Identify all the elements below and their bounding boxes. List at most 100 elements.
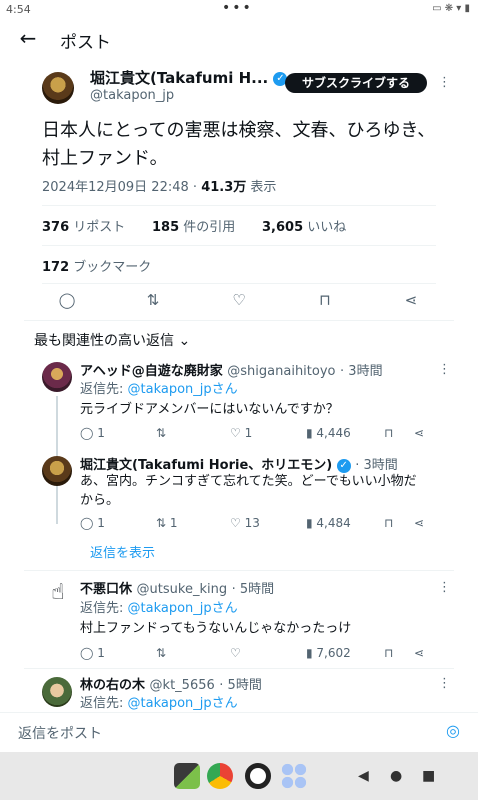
- chrome-icon[interactable]: [207, 763, 233, 789]
- author-handle[interactable]: @takapon_jp: [90, 88, 174, 103]
- reply-actions: ◯ 1 ⇅ ♡ ▮ 7,602 ⊓ ⋖: [80, 646, 436, 662]
- nav-back-icon[interactable]: ◀: [358, 768, 369, 784]
- post-meta: 2024年12月09日 22:48 · 41.3万 表示: [42, 176, 276, 195]
- quotes-stat[interactable]: 185 件の引用: [152, 216, 235, 235]
- reply-time: · 5時間: [219, 678, 262, 693]
- repost-count[interactable]: ⇅ 1: [156, 516, 178, 530]
- repost-icon[interactable]: ⇅: [156, 426, 166, 440]
- nav-home-icon[interactable]: ●: [390, 768, 402, 784]
- settings-icon[interactable]: [245, 763, 271, 789]
- likes-stat[interactable]: 3,605 いいね: [262, 216, 346, 235]
- reply-count[interactable]: ◯ 1: [80, 426, 105, 440]
- share-icon[interactable]: ⋖: [400, 291, 422, 309]
- reply-to-handle[interactable]: @takapon_jpさん: [128, 382, 238, 397]
- system-nav-bar: ◀ ● ■: [0, 752, 478, 800]
- app-drawer-icon[interactable]: [281, 763, 307, 789]
- author-avatar[interactable]: [42, 72, 74, 104]
- bookmark-icon[interactable]: ⊓: [384, 426, 393, 440]
- app-icon[interactable]: [174, 763, 200, 789]
- status-bar: 4:54 ••• ▭ ❋ ▾ ▮: [0, 0, 478, 20]
- repost-icon[interactable]: ⇅: [156, 646, 166, 660]
- reply-to-handle[interactable]: @takapon_jpさん: [128, 696, 238, 711]
- reply-author-name: 不悪口休: [80, 582, 133, 597]
- reply-more-icon[interactable]: ⋮: [438, 676, 451, 691]
- views-count[interactable]: ▮ 4,446: [306, 426, 351, 440]
- views-count[interactable]: ▮ 4,484: [306, 516, 351, 530]
- reply-header[interactable]: 不悪口休 @utsuke_king · 5時間: [80, 578, 274, 597]
- subscribe-button[interactable]: サブスクライブする: [285, 73, 427, 93]
- reposts-stat[interactable]: 376 リポスト: [42, 216, 125, 235]
- like-count[interactable]: ♡ 13: [230, 516, 260, 530]
- post-text: 日本人にとっての害悪は検察、文春、ひろゆき、村上ファンド。: [42, 120, 436, 169]
- like-icon[interactable]: ♡: [228, 291, 250, 309]
- reply-header[interactable]: アヘッド@自遊な廃財家 @shiganaihitoyo · 3時間: [80, 360, 383, 379]
- reply-handle: @shiganaihitoyo: [227, 364, 336, 379]
- post-date[interactable]: 2024年12月09日 22:48: [42, 180, 189, 195]
- reply-time: · 3時間: [340, 364, 383, 379]
- reply-avatar[interactable]: [42, 456, 72, 486]
- reply-to: 返信先: @takapon_jpさん: [80, 692, 238, 711]
- reply-avatar[interactable]: [42, 362, 72, 392]
- page-title: ポスト: [60, 33, 111, 53]
- like-icon[interactable]: ♡: [230, 646, 241, 660]
- chevron-down-icon: ⌄: [178, 333, 191, 349]
- back-arrow-icon[interactable]: ←: [16, 26, 40, 50]
- divider: [42, 283, 436, 284]
- verified-badge-icon: ✓: [336, 458, 351, 473]
- bookmarks-stat[interactable]: 172 ブックマーク: [42, 256, 151, 275]
- nav-recent-icon[interactable]: ■: [422, 768, 435, 784]
- pointing-hand-avatar-icon[interactable]: ☝: [44, 580, 72, 610]
- reply-count[interactable]: ◯ 1: [80, 646, 105, 660]
- reply-sort-dropdown[interactable]: 最も関連性の高い返信 ⌄: [34, 330, 190, 350]
- reply-more-icon[interactable]: ⋮: [438, 580, 451, 595]
- bookmark-icon[interactable]: ⊓: [314, 291, 336, 309]
- repost-count-value: 1: [169, 516, 178, 530]
- views-count-value: 7,602: [316, 646, 351, 660]
- reply-to-handle[interactable]: @takapon_jpさん: [128, 601, 238, 616]
- views-count-value: 4,446: [316, 426, 351, 440]
- reply-icon[interactable]: ◯: [56, 291, 78, 309]
- reply-count-value: 1: [97, 646, 105, 660]
- views-count: 41.3万: [201, 180, 247, 195]
- author-name[interactable]: 堀江貴文(Takafumi H... ✓: [90, 67, 288, 88]
- reply-text: あ、宮内。チンコすぎて忘れてた笑。どーでもいい小物だから。: [80, 474, 417, 508]
- reply-count-value: 1: [97, 516, 105, 530]
- divider: [24, 668, 454, 669]
- show-replies-link[interactable]: 返信を表示: [90, 542, 155, 561]
- reply-more-icon[interactable]: ⋮: [438, 362, 451, 377]
- divider: [24, 320, 454, 321]
- reply-actions: ◯ 1 ⇅ 1 ♡ 13 ▮ 4,484 ⊓ ⋖: [80, 516, 436, 532]
- reply-actions: ◯ 1 ⇅ ♡ 1 ▮ 4,446 ⊓ ⋖: [80, 426, 436, 442]
- author-name-text: 堀江貴文(Takafumi H...: [90, 69, 269, 87]
- bookmark-icon[interactable]: ⊓: [384, 646, 393, 660]
- status-icons: ▭ ❋ ▾ ▮: [432, 3, 470, 14]
- reply-to-prefix: 返信先:: [80, 601, 128, 616]
- repost-icon[interactable]: ⇅: [142, 291, 164, 309]
- meta-separator: ·: [192, 180, 198, 195]
- reply-handle: @kt_5656: [149, 678, 215, 693]
- share-icon[interactable]: ⋖: [414, 646, 424, 660]
- share-icon[interactable]: ⋖: [414, 516, 424, 530]
- quotes-label: 件の引用: [183, 220, 236, 235]
- reposts-label: リポスト: [73, 220, 126, 235]
- reply-time: · 3時間: [355, 458, 398, 473]
- bookmark-icon[interactable]: ⊓: [384, 516, 393, 530]
- header: ← ポスト: [0, 20, 478, 60]
- reply-to: 返信先: @takapon_jpさん: [80, 378, 238, 397]
- like-count[interactable]: ♡ 1: [230, 426, 252, 440]
- post-more-icon[interactable]: ⋮: [438, 75, 451, 90]
- reply-count[interactable]: ◯ 1: [80, 516, 105, 530]
- reply-text: 元ライブドアメンバーにはいないんですか？: [80, 402, 339, 417]
- reply-text: 村上ファンドってもうないんじゃなかったっけ: [80, 621, 352, 636]
- quotes-count: 185: [152, 220, 180, 235]
- reply-author-name: 林の右の木: [80, 678, 146, 693]
- reply-input[interactable]: 返信をポスト: [18, 723, 102, 743]
- share-icon[interactable]: ⋖: [414, 426, 424, 440]
- reply-header[interactable]: 林の右の木 @kt_5656 · 5時間: [80, 674, 262, 693]
- like-count-value: 1: [244, 426, 253, 440]
- reply-header[interactable]: 堀江貴文(Takafumi Horie、ホリエモン) ✓ · 3時間: [80, 454, 398, 473]
- views-count[interactable]: ▮ 7,602: [306, 646, 351, 660]
- reply-avatar[interactable]: [42, 677, 72, 707]
- camera-icon[interactable]: ◎: [446, 721, 460, 740]
- likes-label: いいね: [307, 220, 347, 235]
